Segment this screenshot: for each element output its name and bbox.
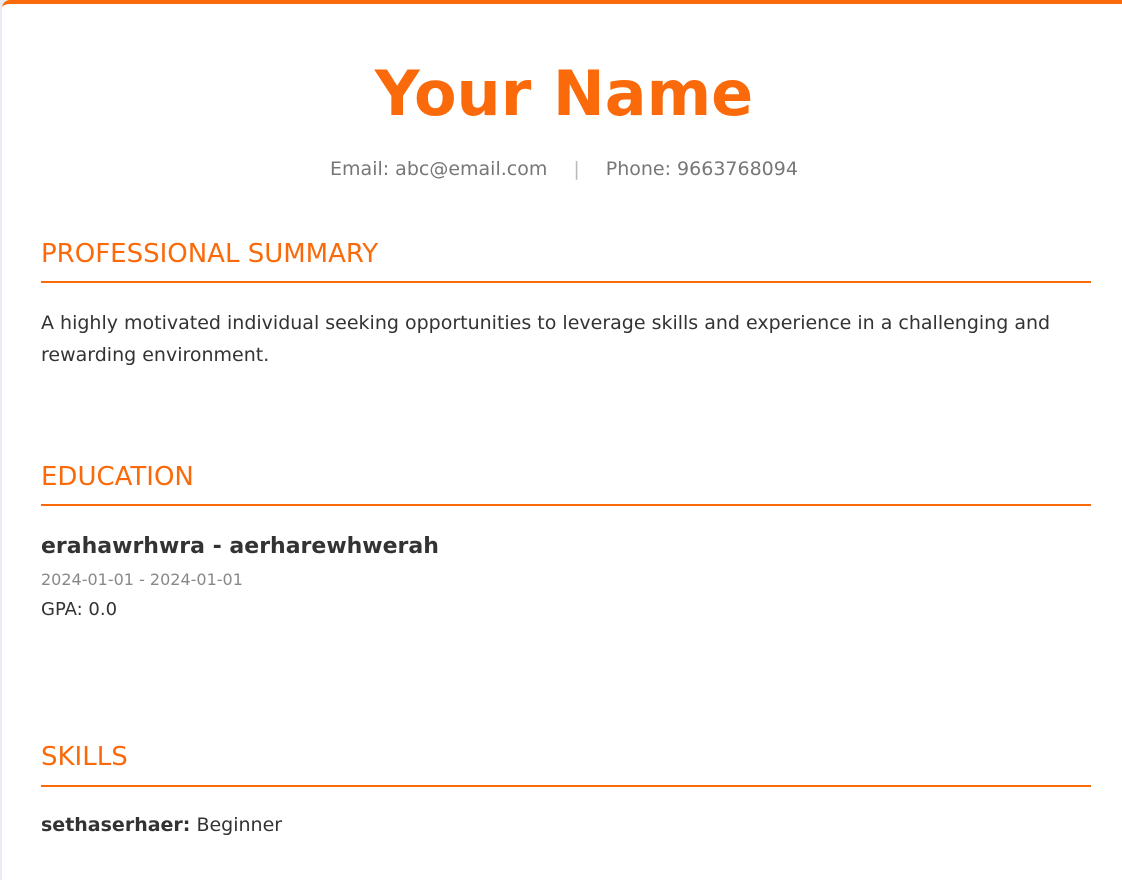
phone-text: Phone: 9663768094 — [605, 158, 798, 180]
section-title-skills: SKILLS — [41, 742, 128, 772]
contact-line: Email: abc@email.com | Phone: 9663768094 — [2, 156, 1122, 182]
resume-name: Your Name — [374, 57, 754, 130]
section-divider-skills — [41, 785, 1091, 787]
section-title-summary: PROFESSIONAL SUMMARY — [41, 239, 379, 269]
resume-card: Your Name Email: abc@email.com | Phone: 96… — [2, 0, 1122, 880]
email-text: Email: abc@email.com — [330, 158, 548, 180]
summary-text: A highly motivated individual seeking op… — [41, 312, 1051, 366]
contact-separator: | — [573, 158, 580, 180]
education-degree: erahawrhwra - aerharewhwerah — [41, 534, 439, 559]
skill-name: sethaserhaer: — [41, 814, 191, 836]
skill-item: sethaserhaer: Beginner — [41, 811, 282, 839]
section-divider-summary — [41, 281, 1091, 283]
section-title-education: EDUCATION — [41, 462, 194, 492]
education-dates: 2024-01-01 - 2024-01-01 — [41, 570, 243, 589]
skill-level: Beginner — [196, 814, 283, 836]
section-divider-education — [41, 504, 1091, 506]
education-gpa: GPA: 0.0 — [41, 599, 118, 620]
